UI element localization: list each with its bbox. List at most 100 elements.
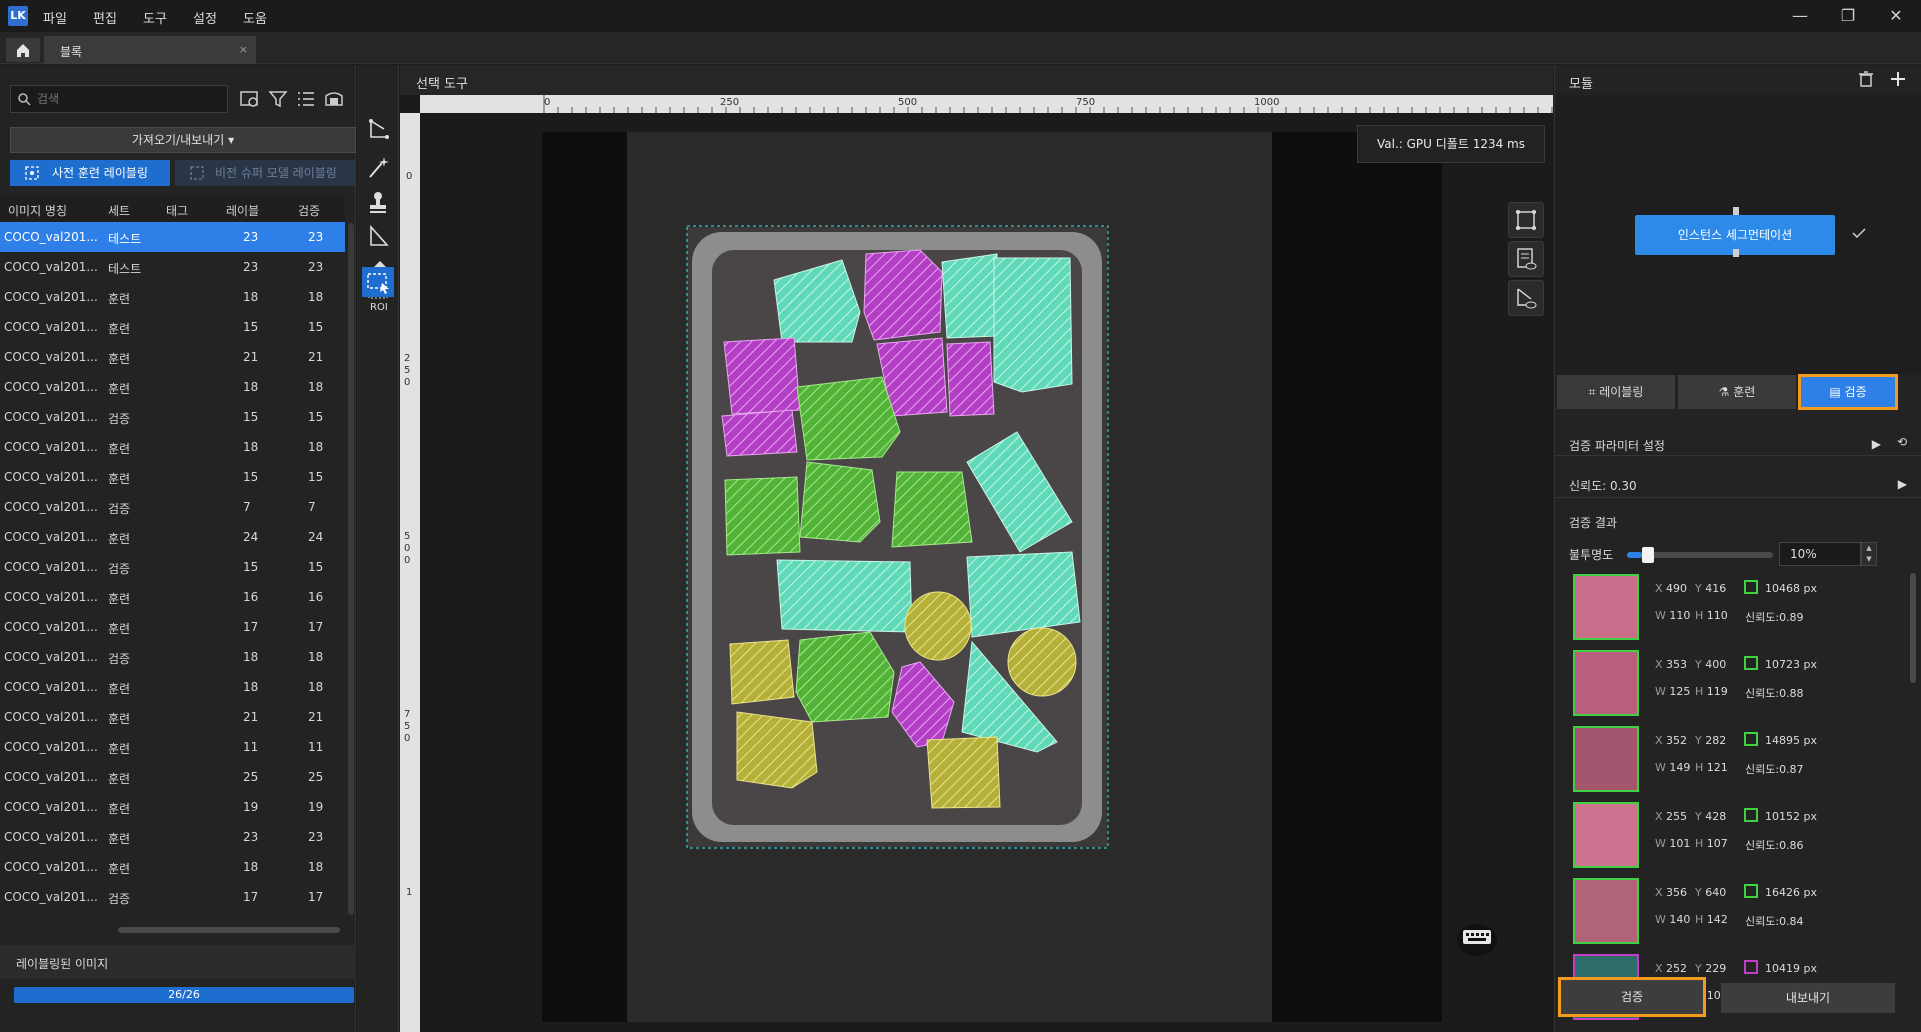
- table-row[interactable]: COCO_val201... 훈련 23 23: [0, 822, 345, 852]
- validation-tab-icon: ▤: [1829, 385, 1841, 399]
- menu-edit[interactable]: 편집: [93, 8, 117, 27]
- import-export-dropdown[interactable]: 가져오기/내보내기 ▾: [10, 127, 356, 153]
- menu-help[interactable]: 도움: [243, 8, 267, 27]
- search-input[interactable]: [37, 90, 217, 108]
- result-color-swatch[interactable]: [1744, 960, 1758, 974]
- close-window-button[interactable]: ✕: [1876, 4, 1916, 28]
- result-item[interactable]: X 352 Y 282 W 149 H 121 14895 px 신뢰도:0.87: [1563, 722, 1899, 798]
- result-item[interactable]: X 356 Y 640 W 140 H 142 16426 px 신뢰도:0.84: [1563, 874, 1899, 950]
- result-color-swatch[interactable]: [1744, 732, 1758, 746]
- restore-button[interactable]: ❐: [1828, 4, 1868, 28]
- col-tag[interactable]: 태그: [166, 202, 188, 219]
- table-row[interactable]: COCO_val201... 훈련 18 18: [0, 852, 345, 882]
- result-h: H 142: [1695, 913, 1728, 926]
- result-color-swatch[interactable]: [1744, 656, 1758, 670]
- cell-label: 21: [243, 710, 259, 724]
- gallery-view-icon[interactable]: [322, 87, 346, 111]
- list-view-icon[interactable]: [294, 87, 318, 111]
- mask-visibility-button[interactable]: [1508, 280, 1544, 316]
- add-module-icon[interactable]: [1889, 70, 1907, 88]
- menu-settings[interactable]: 설정: [193, 8, 217, 27]
- trash-icon[interactable]: [1857, 70, 1875, 88]
- result-y-value: 640: [1705, 886, 1727, 899]
- result-color-swatch[interactable]: [1744, 580, 1758, 594]
- result-x-value: 353: [1666, 658, 1688, 671]
- result-item[interactable]: X 353 Y 400 W 125 H 119 10723 px 신뢰도:0.88: [1563, 646, 1899, 722]
- menu-file[interactable]: 파일: [43, 8, 67, 27]
- table-row[interactable]: COCO_val201... 훈련 21 21: [0, 702, 345, 732]
- table-row[interactable]: COCO_val201... 훈련 11 11: [0, 732, 345, 762]
- table-horizontal-scrollbar[interactable]: [118, 927, 340, 933]
- table-row[interactable]: COCO_val201... 테스트 23 23: [0, 222, 345, 252]
- export-button[interactable]: 내보내기: [1721, 983, 1895, 1013]
- result-item[interactable]: X 490 Y 416 W 110 H 110 10468 px 신뢰도:0.89: [1563, 570, 1899, 646]
- stamp-tool-icon[interactable]: [362, 187, 394, 217]
- table-row[interactable]: COCO_val201... 훈련 16 16: [0, 582, 345, 612]
- image-viewport[interactable]: [542, 132, 1442, 1022]
- table-row[interactable]: COCO_val201... 검증 15 15: [0, 552, 345, 582]
- result-color-swatch[interactable]: [1744, 884, 1758, 898]
- param-expand-icon[interactable]: ▶: [1872, 437, 1881, 451]
- table-row[interactable]: COCO_val201... 훈련 18 18: [0, 432, 345, 462]
- table-row[interactable]: COCO_val201... 검증 7 7: [0, 492, 345, 522]
- keyboard-shortcut-icon[interactable]: [1455, 920, 1499, 956]
- result-item[interactable]: X 255 Y 428 W 101 H 107 10152 px 신뢰도:0.86: [1563, 798, 1899, 874]
- opacity-label: 불투명도: [1569, 548, 1614, 562]
- ruler-tool-icon[interactable]: [362, 221, 394, 251]
- table-row[interactable]: COCO_val201... 훈련 19 19: [0, 792, 345, 822]
- polygon-tool-icon[interactable]: [362, 115, 394, 145]
- overlay-toggle-button[interactable]: [1508, 202, 1544, 238]
- table-row[interactable]: COCO_val201... 훈련 24 24: [0, 522, 345, 552]
- tab-block[interactable]: 블록 ×: [44, 36, 256, 64]
- table-vertical-scrollbar[interactable]: [348, 223, 354, 915]
- minimize-button[interactable]: —: [1780, 4, 1820, 28]
- menu-tools[interactable]: 도구: [143, 8, 167, 27]
- table-row[interactable]: COCO_val201... 훈련 18 18: [0, 282, 345, 312]
- pretrained-labeling-button[interactable]: 사전 훈련 레이블링: [10, 160, 170, 186]
- validate-button[interactable]: 검증: [1558, 977, 1706, 1017]
- opacity-slider[interactable]: [1627, 547, 1773, 563]
- col-label[interactable]: 레이블: [226, 202, 259, 219]
- search-box[interactable]: [10, 85, 228, 113]
- table-row[interactable]: COCO_val201... 훈련 18 18: [0, 372, 345, 402]
- table-row[interactable]: COCO_val201... 훈련 18 18: [0, 672, 345, 702]
- table-row[interactable]: COCO_val201... 검증 18 18: [0, 642, 345, 672]
- filter-icon[interactable]: [266, 87, 290, 111]
- opacity-slider-handle[interactable]: [1641, 547, 1654, 563]
- col-image-name[interactable]: 이미지 명칭: [8, 202, 67, 219]
- vision-supermodel-button[interactable]: 비전 슈퍼 모델 레이블링: [175, 160, 356, 186]
- table-row[interactable]: COCO_val201... 훈련 17 17: [0, 612, 345, 642]
- col-set[interactable]: 세트: [108, 202, 130, 219]
- opacity-spinner[interactable]: ▲ ▼: [1861, 542, 1877, 566]
- select-tool-icon[interactable]: [362, 267, 394, 297]
- col-verify[interactable]: 검증: [298, 202, 320, 219]
- cell-verify: 11: [308, 740, 324, 754]
- result-list-scrollbar[interactable]: [1910, 573, 1916, 683]
- tab-validation[interactable]: ▤ 검증: [1798, 374, 1898, 410]
- cell-image-name: COCO_val201...: [4, 380, 98, 394]
- tab-training[interactable]: ⚗ 훈련: [1678, 375, 1796, 409]
- reset-icon[interactable]: ⟲: [1897, 435, 1907, 449]
- opacity-value-field[interactable]: 10%: [1779, 542, 1861, 566]
- table-row[interactable]: COCO_val201... 테스트 23 23: [0, 252, 345, 282]
- table-row[interactable]: COCO_val201... 훈련 21 21: [0, 342, 345, 372]
- tab-close-icon[interactable]: ×: [239, 43, 248, 56]
- table-row[interactable]: COCO_val201... 훈련 15 15: [0, 312, 345, 342]
- image-filter-icon[interactable]: [238, 87, 262, 111]
- cell-image-name: COCO_val201...: [4, 650, 98, 664]
- home-button[interactable]: [6, 38, 40, 62]
- table-row[interactable]: COCO_val201... 검증 15 15: [0, 402, 345, 432]
- table-row[interactable]: COCO_val201...검증1313: [0, 912, 345, 914]
- result-color-swatch[interactable]: [1744, 808, 1758, 822]
- cell-verify: 21: [308, 350, 324, 364]
- table-row[interactable]: COCO_val201... 검증 17 17: [0, 882, 345, 912]
- magic-wand-icon[interactable]: [362, 153, 394, 183]
- table-row[interactable]: COCO_val201... 훈련 25 25: [0, 762, 345, 792]
- module-toolbar: [1857, 69, 1907, 93]
- tab-labeling[interactable]: ⌗ 레이블링: [1557, 375, 1675, 409]
- result-h-value: 110: [1706, 609, 1728, 622]
- cell-set: 검증: [108, 892, 131, 906]
- confidence-expand-icon[interactable]: ▶: [1898, 477, 1907, 491]
- table-row[interactable]: COCO_val201... 훈련 15 15: [0, 462, 345, 492]
- view-result-button[interactable]: [1508, 241, 1544, 277]
